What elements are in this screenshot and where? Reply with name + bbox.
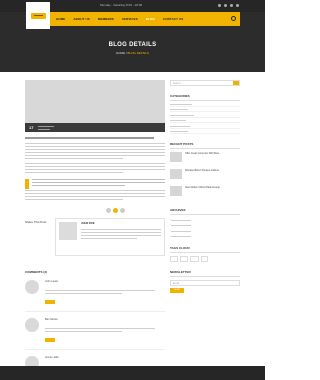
tag-item[interactable] [189,255,199,262]
archives-title: ARCHIVES [170,208,240,215]
nav-about[interactable]: ABOUT US [73,17,89,21]
tag-cloud [170,255,240,262]
share-section: Share This Post JOHN DOE [25,218,165,258]
comment-author: John Lewis [45,280,58,283]
tag-item[interactable] [170,255,179,262]
author-bio [81,227,161,239]
comment-author: Jennie Jello [45,356,59,359]
facebook-icon[interactable] [218,4,221,7]
google-plus-icon[interactable] [120,208,125,213]
share-label: Share This Post [25,220,47,224]
post-meta [38,125,55,130]
main-nav: HOME ABOUT US MEMBERS SERVICES BLOG CONT… [50,12,240,26]
reply-button[interactable] [45,338,55,342]
recent-post-thumb [170,169,182,179]
author-name: JOHN DOE [81,222,95,225]
post-paragraph [25,190,165,200]
post-date-day: 17 [29,125,34,130]
site-logo[interactable] [26,2,50,29]
archive-item[interactable] [170,229,240,232]
author-avatar [59,222,77,240]
linkedin-icon[interactable] [236,4,239,7]
comment-item: Ben Moore [25,318,165,350]
newsletter-title: NEWSLETTER [170,270,240,277]
tag-item[interactable] [180,255,188,262]
post-content: 17 Share This Post JOHN DOE [25,80,165,258]
google-plus-icon[interactable] [230,4,233,7]
comment-author: Ben Moore [45,318,58,321]
logo-icon [30,12,46,19]
post-quote [25,179,165,189]
sidebar-search-input[interactable]: Search... [170,80,240,86]
recent-posts-title: RECENT POSTS [170,142,240,149]
recent-post-thumb [170,152,182,162]
comment-text [45,326,155,332]
archive-item[interactable] [170,218,240,221]
recent-post-title: Offer Great Computer With Best... [185,152,221,155]
nav-members[interactable]: MEMBERS [98,17,114,21]
contact-hours: Monday - Saturday 8:00 - 18:00 [100,3,143,7]
post-date: 17 [29,125,34,130]
category-item[interactable] [170,125,240,129]
newsletter-placeholder: Email [173,281,179,285]
post-title [25,137,154,139]
comments-title: COMMENTS (3) [25,270,47,274]
category-item[interactable] [170,103,240,107]
recent-post[interactable]: Wooden Barrel Shelves Cabinet [170,169,240,183]
recent-post-title: New Modern Wood Table Design [185,186,220,189]
recent-post[interactable]: Offer Great Computer With Best... [170,152,240,166]
footer [0,366,265,380]
archive-list [170,218,240,238]
tag-item[interactable] [200,255,209,262]
page-title: BLOG DETAILS [108,42,157,48]
search-placeholder: Search... [173,82,183,85]
comments-section: COMMENTS (3) John Lewis Ben Moore Jennie… [25,270,165,380]
author-box: JOHN DOE [55,218,165,256]
post-paragraph [25,163,165,173]
category-item[interactable] [170,131,240,134]
breadcrumb: HOME / BLOG DETAILS [116,51,149,55]
newsletter-email-input[interactable]: Email [170,279,240,286]
nav-blog[interactable]: BLOG [146,17,155,21]
contact-info: Monday - Saturday 8:00 - 18:00 [100,3,148,7]
quote-icon [25,179,29,189]
tags-title: TAGS CLOUD [170,246,240,253]
category-item[interactable] [170,120,240,123]
categories-title: CATEGORIES [170,94,240,101]
comment-item: John Lewis [25,280,165,312]
nav-contact[interactable]: CONTACT US [163,17,183,21]
avatar [25,280,39,294]
nav-services[interactable]: SERVICES [122,17,138,21]
reply-button[interactable] [45,300,55,304]
archive-item[interactable] [170,234,240,238]
post-paragraph [25,143,165,159]
nav-home[interactable]: HOME [56,17,65,21]
post-meta-bar: 17 [25,123,165,132]
post-tags [25,208,165,214]
archive-item[interactable] [170,223,240,227]
twitter-icon[interactable] [224,4,227,7]
comment-text [45,288,155,294]
twitter-icon[interactable] [113,208,118,213]
recent-post-thumb [170,186,182,196]
share-icons [106,208,125,213]
category-item[interactable] [170,114,240,118]
category-list [170,103,240,134]
post-image: 17 [25,80,165,132]
breadcrumb-home[interactable]: HOME [116,51,125,55]
newsletter-send-button[interactable]: SEND [170,287,184,293]
social-links [218,4,239,7]
breadcrumb-current: BLOG DETAILS [127,51,149,55]
category-item[interactable] [170,109,240,112]
recent-post[interactable]: New Modern Wood Table Design [170,186,240,200]
search-icon[interactable] [231,16,236,21]
search-button[interactable] [233,81,239,85]
sidebar: Search... CATEGORIES RECENT POSTS Offer … [170,80,240,293]
avatar [25,318,39,332]
facebook-icon[interactable] [106,208,111,213]
recent-post-title: Wooden Barrel Shelves Cabinet [185,169,219,172]
